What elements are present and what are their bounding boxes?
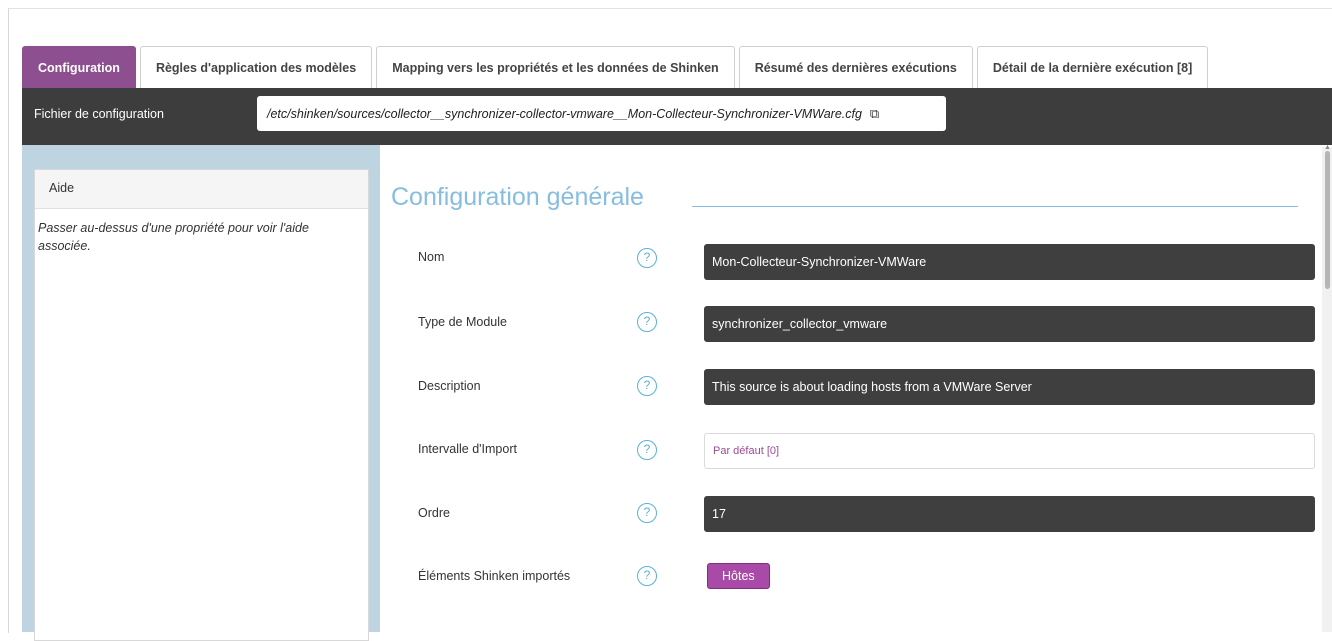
scrollbar-thumb[interactable] — [1325, 151, 1330, 289]
description-field[interactable]: This source is about loading hosts from … — [704, 369, 1315, 405]
help-question-icon[interactable]: ? — [637, 376, 657, 396]
field-label-module-type: Type de Module — [418, 315, 507, 329]
field-label-import-interval: Intervalle d'Import — [418, 442, 517, 456]
copy-icon[interactable]: ⧉ — [870, 96, 879, 131]
help-text: Passer au-dessus d'une propriété pour vo… — [38, 221, 309, 253]
help-question-icon[interactable]: ? — [637, 566, 657, 586]
help-title: Aide — [35, 170, 368, 209]
tab-template-rules[interactable]: Règles d'application des modèles — [139, 46, 373, 88]
tab-last-execution-detail[interactable]: Détail de la dernière exécution [8] — [976, 46, 1209, 88]
tab-execution-summary[interactable]: Résumé des dernières exécutions — [738, 46, 973, 88]
config-file-path: /etc/shinken/sources/collector__synchron… — [257, 96, 946, 131]
help-question-icon[interactable]: ? — [637, 440, 657, 460]
field-label-description: Description — [418, 379, 481, 393]
help-pane: Aide Passer au-dessus d'une propriété po… — [22, 145, 380, 641]
imported-hosts-badge[interactable]: Hôtes — [707, 563, 770, 589]
help-question-icon[interactable]: ? — [637, 503, 657, 523]
config-file-bar: Fichier de configuration /etc/shinken/so… — [22, 88, 1332, 145]
tab-mapping[interactable]: Mapping vers les propriétés et les donné… — [376, 46, 735, 88]
field-label-name: Nom — [418, 250, 445, 264]
config-file-path-text: /etc/shinken/sources/collector__synchron… — [267, 107, 862, 121]
tab-configuration[interactable]: Configuration — [22, 46, 136, 88]
tab-bar: Configuration Règles d'application des m… — [22, 44, 1212, 88]
help-box: Aide Passer au-dessus d'une propriété po… — [34, 169, 369, 641]
section-divider — [692, 206, 1298, 207]
module-type-field[interactable]: synchronizer_collector_vmware — [704, 306, 1315, 342]
name-field[interactable]: Mon-Collecteur-Synchronizer-VMWare — [704, 244, 1315, 280]
config-file-label: Fichier de configuration — [34, 107, 164, 121]
section-title: Configuration générale — [391, 183, 644, 211]
scroll-up-icon[interactable]: ▲ — [1324, 144, 1331, 151]
help-question-icon[interactable]: ? — [637, 312, 657, 332]
help-question-icon[interactable]: ? — [637, 248, 657, 268]
order-field[interactable]: 17 — [704, 496, 1315, 532]
field-label-order: Ordre — [418, 506, 450, 520]
import-interval-field[interactable]: Par défaut [0] — [704, 433, 1315, 469]
field-label-imported-elements: Éléments Shinken importés — [418, 569, 571, 583]
